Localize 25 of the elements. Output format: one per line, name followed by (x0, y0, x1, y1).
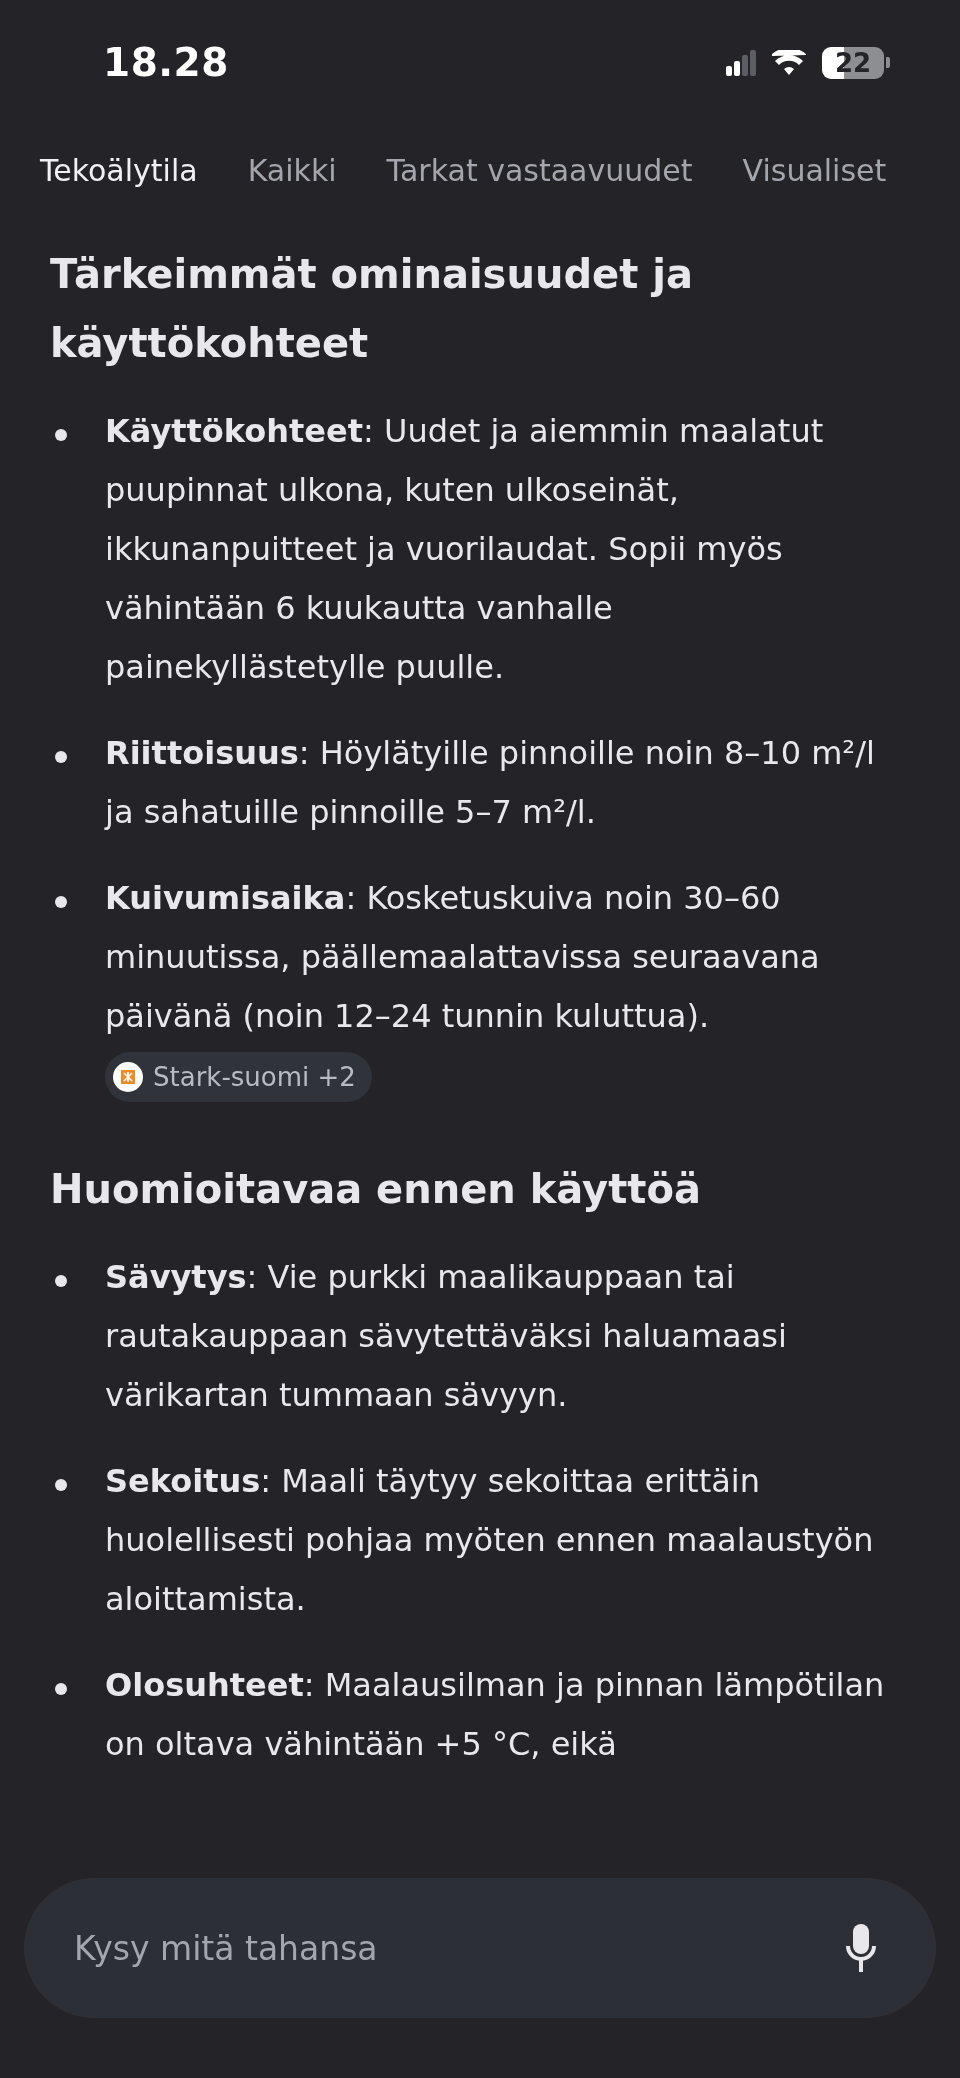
wifi-icon (772, 50, 806, 75)
bullet-icon (55, 1479, 67, 1491)
source-chip[interactable]: Stark-suomi +2 (105, 1052, 372, 1102)
bullet-text: Riittoisuus: Höylätyille pinnoille noin 8–10 m²/l ja sahatuille pinnoille 5–7 m²/l. (105, 733, 876, 833)
bullet-text: Sekoitus: Maali täytyy sekoittaa erittäin huolellisesti pohjaa myöten ennen maalaustyön aloittamista. (105, 1461, 875, 1620)
tab[interactable]: Visualiset (742, 147, 887, 193)
signal-icon (726, 49, 756, 76)
microphone-icon[interactable] (846, 1924, 876, 1972)
bullet-text: Käyttökohteet: Uudet ja aiemmin maalatut puupinnat ulkona, kuten ulkoseinät, ikkunanpuitteet ja vuorilaudat. Sopii myös vähintään 6 kuukautta vanhalle painekyllästetylle puulle. (105, 411, 825, 688)
bullet-icon (55, 429, 67, 441)
bullet-icon (55, 1683, 67, 1695)
bullet-icon (55, 751, 67, 763)
tab[interactable]: Tekoälytila (40, 147, 198, 193)
tab[interactable]: Kaikki (247, 147, 337, 193)
bullet-text: Kuivumisaika: Kosketuskuiva noin 30–60 minuutissa, päällemaalattavissa seuraavana päivänä (noin 12–24 tunnin kuluttua). Stark-suomi +2 (105, 869, 900, 1105)
tab[interactable]: Tarkat vastaavuudet (386, 147, 693, 193)
status-time: 18.28 (103, 40, 229, 85)
bullet-icon (55, 1275, 67, 1287)
bullet-text: Sävytys: Vie purkki maalikauppaan tai rautakauppaan sävytettäväksi haluamaasi värikartan tummaan sävyyn. (105, 1257, 788, 1416)
bullet-icon (55, 896, 67, 908)
bullet-text: Olosuhteet: Maalausilman ja pinnan lämpötilan on oltava vähintään +5 °C, eikä (105, 1665, 886, 1765)
search-field[interactable]: Kysy mitä tahansa (24, 1878, 936, 2018)
section-heading: Huomioitavaa ennen käyttöä (50, 1165, 702, 1214)
logo-icon (121, 1070, 135, 1084)
section-heading: Tärkeimmät ominaisuudet ja käyttökohteet (50, 250, 694, 368)
